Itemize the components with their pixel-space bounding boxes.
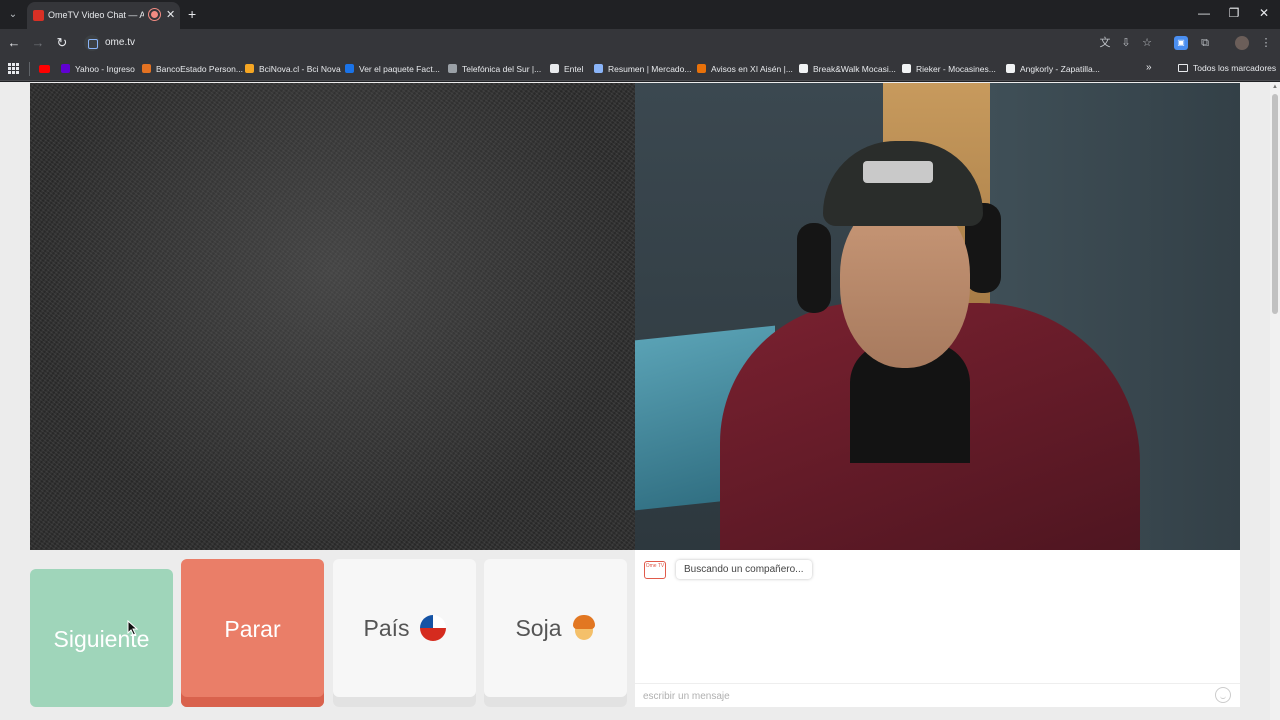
install-app-icon[interactable]: ⇩ [1119,36,1133,50]
extensions-puzzle-icon[interactable]: ⧉ [1198,36,1212,50]
youtube-icon [39,65,50,73]
cap-logo [863,161,933,183]
status-message: Buscando un compañero... [676,560,812,579]
message-composer [635,683,1240,707]
emoji-picker-icon[interactable] [1215,687,1231,703]
bookmark-label: Yahoo - Ingreso [75,64,135,74]
next-button-label: Siguiente [53,626,150,652]
bookmark-label: Resumen | Mercado... [608,64,692,74]
bookmarks-separator [29,62,30,76]
chile-flag-icon [419,615,446,641]
back-button[interactable]: ← [6,35,22,51]
tab-ometv[interactable]: OmeTV Video Chat — Alte ✕ [27,2,180,29]
bookmark-favicon-icon [245,64,254,73]
bookmark-star-icon[interactable]: ☆ [1140,36,1154,50]
bookmark-favicon-icon [799,64,808,73]
message-input[interactable] [643,689,1203,703]
browser-window: ⌄ OmeTV Video Chat — Alte ✕ + — ❐ ✕ ← → … [0,0,1280,720]
bookmark-label: Rieker - Mocasines... [916,64,996,74]
scroll-up-arrow-icon[interactable]: ▲ [1272,84,1278,90]
bookmark-favicon-icon [142,64,151,73]
restore-button[interactable]: ❐ [1224,6,1244,20]
next-button[interactable]: Siguiente [30,569,173,707]
country-filter-button[interactable]: País [333,559,476,707]
boy-emoji-icon [572,615,596,641]
bookmark-favicon-icon [61,64,70,73]
bookmark-item[interactable]: Resumen | Mercado... [594,63,691,75]
site-info-icon[interactable] [84,35,100,51]
bookmark-favicon-icon [594,64,603,73]
bookmark-item[interactable]: Telefónica del Sur |... [448,63,541,75]
new-tab-button[interactable]: + [188,6,196,22]
folder-icon [1178,64,1188,72]
close-tab-icon[interactable]: ✕ [166,8,175,21]
chat-panel: Ome TV Buscando un compañero... [635,550,1240,707]
bookmark-item[interactable]: Avisos en XI Aisén |... [697,63,793,75]
mouse-cursor-icon [127,620,139,636]
stranger-video-feed [30,83,635,550]
stop-button[interactable]: Parar [181,559,324,707]
scrollbar-thumb[interactable] [1272,94,1278,314]
bookmark-item[interactable]: Ver el paquete Fact... [345,63,440,75]
bookmark-label: BciNova.cl - Bci Nova [259,64,341,74]
youtube-favicon-icon [33,10,44,21]
gender-filter-button[interactable]: Soja [484,559,627,707]
tab-strip: ⌄ OmeTV Video Chat — Alte ✕ + — ❐ ✕ [0,0,1280,29]
browser-toolbar: ← → ↻ ome.tv 文 ⇩ ☆ ▣ ⧉ ⋮ [0,29,1280,57]
url-text: ome.tv [105,37,136,48]
page-scrollbar[interactable]: ▲ [1270,82,1280,720]
ometv-logo-icon: Ome TV [644,561,666,579]
bookmark-label: Break&Walk Mocasi... [813,64,896,74]
forward-button[interactable]: → [30,35,46,51]
bookmark-item[interactable]: Entel [550,63,583,75]
bookmark-item[interactable]: Angkorly - Zapatilla... [1006,63,1100,75]
bookmark-label: Ver el paquete Fact... [359,64,440,74]
bookmark-label: Telefónica del Sur |... [462,64,542,74]
bookmark-favicon-icon [902,64,911,73]
bookmark-item[interactable]: Break&Walk Mocasi... [799,63,896,75]
all-bookmarks-label: Todos los marcadores [1193,63,1277,73]
self-video-feed [635,83,1240,550]
bookmark-label: Avisos en XI Aisén |... [711,64,793,74]
country-label: País [363,615,410,641]
address-bar[interactable]: ome.tv [80,32,1180,54]
stop-button-label: Parar [224,616,281,642]
bookmarks-overflow-icon[interactable]: » [1146,62,1152,73]
headphone-left [797,223,831,313]
recording-indicator-icon [149,9,160,20]
bookmark-label: Angkorly - Zapatilla... [1020,64,1100,74]
bookmark-label: BancoEstado Person... [156,64,243,74]
extension-icon[interactable]: ▣ [1174,36,1188,50]
bookmark-youtube[interactable] [39,63,55,75]
all-bookmarks-folder[interactable]: Todos los marcadores [1178,63,1276,73]
gender-label: Soja [515,615,562,641]
bookmark-item[interactable]: Rieker - Mocasines... [902,63,996,75]
ometv-page: Siguiente Parar País Soja Ome TV Buscand… [0,82,1280,720]
menu-kebab-icon[interactable]: ⋮ [1259,36,1273,50]
translate-icon[interactable]: 文 [1098,36,1112,50]
tab-search-button[interactable]: ⌄ [4,6,22,24]
bookmark-favicon-icon [448,64,457,73]
close-window-button[interactable]: ✕ [1254,6,1274,20]
bookmark-item[interactable]: BancoEstado Person... [142,63,243,75]
bookmark-item[interactable]: Yahoo - Ingreso [61,63,135,75]
profile-avatar[interactable] [1235,36,1249,50]
reload-button[interactable]: ↻ [54,35,70,51]
bookmark-favicon-icon [697,64,706,73]
bookmark-item[interactable]: BciNova.cl - Bci Nova [245,63,341,75]
tab-title: OmeTV Video Chat — Alte [48,10,144,20]
minimize-button[interactable]: — [1194,6,1214,20]
apps-grid-icon[interactable] [8,63,19,74]
bookmark-favicon-icon [1006,64,1015,73]
bookmark-favicon-icon [550,64,559,73]
bookmark-favicon-icon [345,64,354,73]
bookmark-label: Entel [564,64,584,74]
